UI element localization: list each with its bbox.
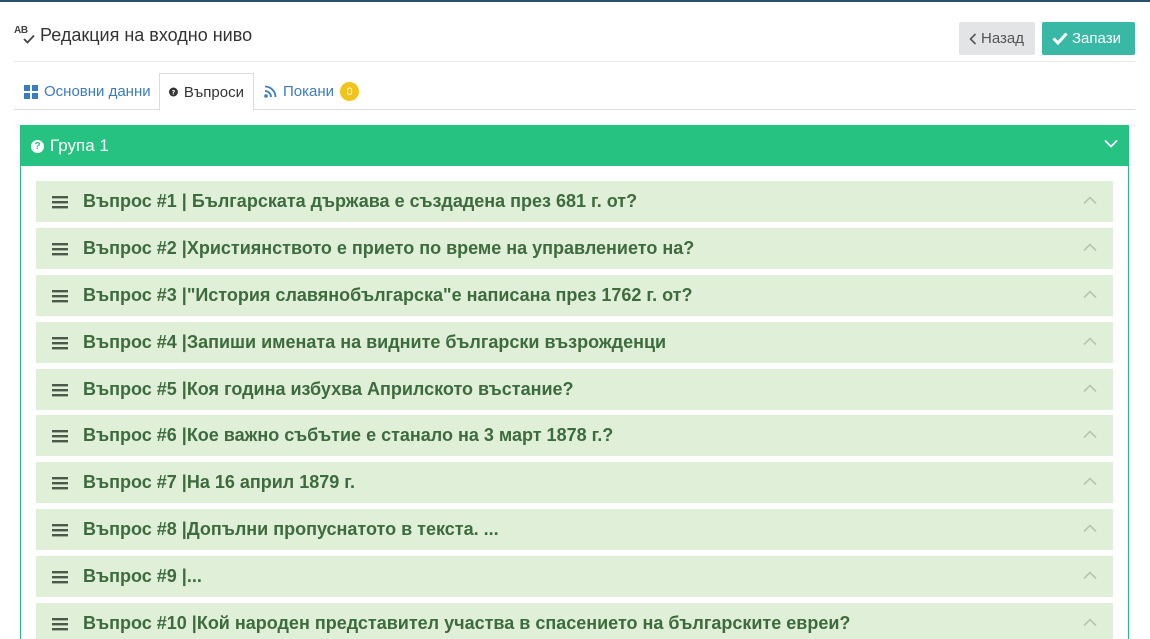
- question-circle-icon: ?: [31, 139, 44, 153]
- tab-basic-data-label: Основни данни: [44, 83, 151, 100]
- chevron-up-icon[interactable]: [1083, 618, 1097, 627]
- chevron-up-icon[interactable]: [1083, 571, 1097, 580]
- check-icon: [1052, 32, 1068, 45]
- page-title: Редакция на входно ниво: [40, 24, 253, 45]
- page-header: AB Редакция на входно ниво Назад Запази: [14, 22, 1135, 62]
- question-text: Въпрос #9 |...: [83, 566, 202, 586]
- question-text: Въпрос #10 |Кой народен представител уча…: [83, 613, 851, 633]
- question-row[interactable]: Въпрос #5 |Коя година избухва Априлското…: [36, 369, 1113, 410]
- chevron-up-icon[interactable]: [1083, 337, 1097, 346]
- question-text: Въпрос #4 |Запиши имената на видните бъл…: [83, 332, 667, 352]
- question-row[interactable]: Въпрос #9 |...: [36, 556, 1113, 597]
- chevron-up-icon[interactable]: [1083, 243, 1097, 252]
- header-divider: [14, 61, 1135, 62]
- chevron-down-icon[interactable]: [1104, 139, 1118, 148]
- invites-count-badge: 0: [340, 82, 360, 101]
- drag-handle-icon[interactable]: [52, 336, 68, 350]
- drag-handle-icon[interactable]: [52, 570, 68, 584]
- drag-handle-icon[interactable]: [52, 429, 68, 443]
- tab-questions-label: Въпроси: [183, 83, 244, 101]
- drag-handle-icon[interactable]: [52, 195, 68, 209]
- question-row[interactable]: Въпрос #1 | Българската държава е създад…: [36, 181, 1113, 222]
- question-group: ? Група 1 Въпрос #1 | Българската държав…: [20, 125, 1129, 639]
- drag-handle-icon[interactable]: [52, 476, 68, 490]
- chevron-up-icon[interactable]: [1083, 384, 1097, 393]
- save-button[interactable]: Запази: [1042, 22, 1135, 55]
- question-text: Въпрос #8 |Допълни пропуснатото в текста…: [83, 519, 499, 539]
- tab-bar: Основни данни ? Въпроси Покани 0: [14, 73, 1135, 111]
- tab-invites[interactable]: Покани 0: [255, 73, 368, 110]
- drag-handle-icon[interactable]: [52, 242, 68, 256]
- tab-basic-data[interactable]: Основни данни: [15, 73, 160, 110]
- spell-check-icon: AB: [14, 24, 36, 46]
- question-circle-icon: ?: [169, 87, 178, 97]
- chevron-up-icon[interactable]: [1083, 477, 1097, 486]
- group-header[interactable]: ? Група 1: [21, 126, 1128, 166]
- drag-handle-icon[interactable]: [52, 289, 68, 303]
- save-button-label: Запази: [1072, 30, 1121, 47]
- question-text: Въпрос #5 |Коя година избухва Априлското…: [83, 379, 574, 399]
- chevron-up-icon[interactable]: [1083, 430, 1097, 439]
- back-button[interactable]: Назад: [959, 22, 1035, 55]
- chevron-up-icon[interactable]: [1083, 524, 1097, 533]
- top-border: [0, 0, 1150, 2]
- grid-icon: [24, 84, 38, 99]
- question-text: Въпрос #1 | Българската държава е създад…: [83, 191, 638, 211]
- svg-text:?: ?: [172, 89, 176, 97]
- question-text: Въпрос #2 |Християнството е прието по вр…: [83, 238, 695, 258]
- tab-invites-label: Покани: [283, 83, 335, 100]
- question-text: Въпрос #7 |На 16 април 1879 г.: [83, 472, 355, 492]
- chevron-left-icon: [969, 32, 977, 45]
- title-wrap: AB Редакция на входно ниво: [14, 24, 252, 46]
- chevron-up-icon[interactable]: [1083, 290, 1097, 299]
- drag-handle-icon[interactable]: [52, 523, 68, 537]
- question-row[interactable]: Въпрос #6 |Кое важно събътие е станало н…: [36, 415, 1113, 456]
- drag-handle-icon[interactable]: [52, 383, 68, 397]
- question-text: Въпрос #6 |Кое важно събътие е станало н…: [83, 425, 614, 445]
- question-text: Въпрос #3 |"История славянобългарска"е н…: [83, 285, 693, 305]
- question-row[interactable]: Въпрос #4 |Запиши имената на видните бъл…: [36, 322, 1113, 363]
- drag-handle-icon[interactable]: [52, 617, 68, 631]
- rss-icon: [264, 85, 277, 98]
- group-title: Група 1: [50, 136, 109, 155]
- question-row[interactable]: Въпрос #10 |Кой народен представител уча…: [36, 603, 1113, 639]
- chevron-up-icon[interactable]: [1083, 196, 1097, 205]
- question-row[interactable]: Въпрос #7 |На 16 април 1879 г.: [36, 462, 1113, 503]
- tab-questions[interactable]: ? Въпроси: [159, 73, 254, 111]
- question-row[interactable]: Въпрос #2 |Християнството е прието по вр…: [36, 228, 1113, 269]
- back-button-label: Назад: [981, 30, 1024, 47]
- question-row[interactable]: Въпрос #3 |"История славянобългарска"е н…: [36, 275, 1113, 316]
- question-row[interactable]: Въпрос #8 |Допълни пропуснатото в текста…: [36, 509, 1113, 550]
